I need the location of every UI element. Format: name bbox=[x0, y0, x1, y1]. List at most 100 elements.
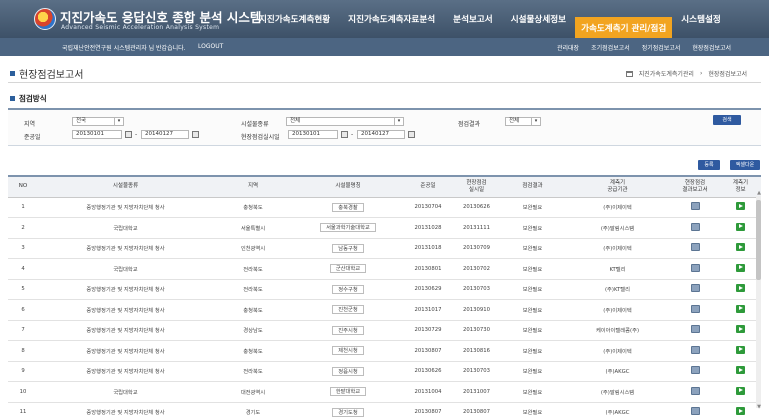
cell-report bbox=[670, 320, 720, 341]
facility-name-button[interactable]: 군산대학교 bbox=[329, 264, 367, 274]
table-row[interactable]: 4 국립대학교 전라북도 군산대학교 20130801 20130702 보완필요 KT텔리 bbox=[8, 258, 761, 280]
result-select[interactable]: 전체 ▾ bbox=[505, 117, 541, 126]
cell-result: 보완필요 bbox=[500, 361, 565, 382]
result-label: 점검결과 bbox=[458, 121, 481, 128]
facility-name-button[interactable]: 진천군청 bbox=[332, 305, 364, 315]
tab-system-settings[interactable]: 시스템설정 bbox=[672, 0, 730, 38]
subnav-early-inspection[interactable]: 조기점검보고서 bbox=[591, 43, 630, 52]
date-from-input[interactable]: 20130101 bbox=[72, 130, 122, 139]
calendar-icon[interactable] bbox=[125, 131, 132, 138]
table-row[interactable]: 7 중앙행정기관 및 지방자치단체 청사 경상남도 진주시청 20130729 20130… bbox=[8, 320, 761, 341]
play-icon[interactable] bbox=[736, 202, 745, 211]
facility-name-button[interactable]: 정읍시청 bbox=[332, 366, 364, 376]
inspect-from-input[interactable]: 20130101 bbox=[288, 130, 338, 139]
report-document-icon[interactable] bbox=[690, 304, 700, 313]
facility-type-select-value: 전체 bbox=[290, 118, 301, 124]
cell-report bbox=[670, 402, 720, 420]
welcome-text: 국립재난안전연구원 시스템관리자 님 반갑습니다. bbox=[62, 45, 186, 52]
play-icon[interactable] bbox=[736, 284, 745, 293]
report-document-icon[interactable] bbox=[690, 407, 700, 416]
report-document-icon[interactable] bbox=[690, 263, 700, 272]
home-icon[interactable] bbox=[625, 70, 633, 77]
scroll-down-icon[interactable]: ▼ bbox=[757, 404, 761, 410]
table-row[interactable]: 11 중앙행정기관 및 지방자치단체 청사 경기도 경기도청 20130807 20130… bbox=[8, 402, 761, 420]
region-select-value: 전국 bbox=[76, 118, 87, 124]
facility-name-button[interactable]: 진주시청 bbox=[332, 325, 364, 335]
date-to-input[interactable]: 20140127 bbox=[141, 130, 189, 139]
report-document-icon[interactable] bbox=[690, 366, 700, 375]
table-row[interactable]: 8 중앙행정기관 및 지방자치단체 청사 충청북도 제천시청 20130807 20130… bbox=[8, 340, 761, 362]
tab-monitoring-status[interactable]: 지진가속도계측현황 bbox=[250, 0, 339, 38]
play-icon[interactable] bbox=[736, 304, 745, 313]
cell-no: 11 bbox=[8, 402, 38, 420]
logout-link[interactable]: LOGOUT bbox=[198, 43, 223, 50]
search-button[interactable]: 검색 bbox=[713, 115, 741, 125]
tab-instrument-management[interactable]: 가속도계측기 관리/점검 bbox=[575, 17, 673, 38]
cell-no: 1 bbox=[8, 197, 38, 218]
report-document-icon[interactable] bbox=[690, 386, 700, 395]
scrollbar-thumb[interactable] bbox=[756, 200, 761, 280]
region-select[interactable]: 전국 ▾ bbox=[72, 117, 124, 126]
breadcrumb-item[interactable]: 지진가속도계측기관리 bbox=[639, 69, 694, 78]
cell-region: 서울특별시 bbox=[213, 217, 293, 239]
table-row[interactable]: 2 국립대학교 서울특별시 서울과학기술대학교 20131028 20131111 보완필요… bbox=[8, 217, 761, 239]
tab-data-analysis[interactable]: 지진가속도계측자료분석 bbox=[339, 0, 444, 38]
excel-download-button[interactable]: 엑셀다운 bbox=[730, 160, 760, 170]
play-icon[interactable] bbox=[736, 407, 745, 416]
chevron-down-icon: ▾ bbox=[114, 118, 123, 125]
facility-name-button[interactable]: 경기도청 bbox=[332, 407, 364, 417]
report-document-icon[interactable] bbox=[690, 345, 700, 354]
play-icon[interactable] bbox=[736, 366, 745, 375]
table-row[interactable]: 3 중앙행정기관 및 지방자치단체 청사 인천광역시 남동구청 20131018 2013… bbox=[8, 238, 761, 259]
play-icon[interactable] bbox=[736, 325, 745, 334]
cell-report bbox=[670, 340, 720, 362]
facility-name-button[interactable]: 정수구청 bbox=[332, 284, 364, 294]
table-row[interactable]: 9 중앙행정기관 및 지방자치단체 청사 전라북도 정읍시청 20130626 20130… bbox=[8, 361, 761, 382]
report-document-icon[interactable] bbox=[690, 222, 700, 231]
page-title-text: 현장점검보고서 bbox=[19, 70, 84, 81]
table-row[interactable]: 6 중앙행정기관 및 지방자치단체 청사 충청북도 진천군청 20131017 20130… bbox=[8, 299, 761, 321]
report-document-icon[interactable] bbox=[690, 202, 700, 211]
breadcrumb-item[interactable]: 현장점검보고서 bbox=[708, 69, 747, 78]
table-row[interactable]: 10 국립대학교 대전광역시 한밭대학교 20131004 20131007 보완필요 (주)… bbox=[8, 381, 761, 403]
play-icon[interactable] bbox=[736, 243, 745, 252]
play-icon[interactable] bbox=[736, 345, 745, 354]
cell-facility-type: 중앙행정기관 및 지방자치단체 청사 bbox=[38, 402, 213, 420]
tab-facility-detail[interactable]: 시설물상세정보 bbox=[502, 0, 575, 38]
calendar-icon[interactable] bbox=[408, 131, 415, 138]
cell-instrument-info bbox=[720, 402, 761, 420]
facility-name-button[interactable]: 충북경찰 bbox=[332, 202, 364, 212]
play-icon[interactable] bbox=[736, 263, 745, 272]
cell-facility-name: 경기도청 bbox=[293, 402, 403, 420]
play-icon[interactable] bbox=[736, 222, 745, 231]
add-button[interactable]: 등록 bbox=[698, 160, 720, 170]
chevron-down-icon: ▾ bbox=[394, 118, 403, 125]
section-title: 점검방식 bbox=[10, 93, 47, 104]
calendar-icon[interactable] bbox=[341, 131, 348, 138]
breadcrumb-separator-icon: › bbox=[699, 70, 703, 77]
facility-name-button[interactable]: 서울과학기술대학교 bbox=[320, 223, 376, 233]
table-body: 1 중앙행정기관 및 지방자치단체 청사 충청북도 충북경찰 20130704 20130… bbox=[8, 197, 761, 420]
facility-name-button[interactable]: 제천시청 bbox=[332, 346, 364, 356]
facility-name-button[interactable]: 남동구청 bbox=[332, 243, 364, 253]
tab-analysis-report[interactable]: 분석보고서 bbox=[444, 0, 502, 38]
inspect-to-input[interactable]: 20140127 bbox=[357, 130, 405, 139]
facility-name-button[interactable]: 한밭대학교 bbox=[329, 387, 367, 397]
table-row[interactable]: 1 중앙행정기관 및 지방자치단체 청사 충청북도 충북경찰 20130704 20130… bbox=[8, 197, 761, 218]
subnav-field-inspection[interactable]: 현장점검보고서 bbox=[692, 43, 731, 52]
cell-report bbox=[670, 279, 720, 300]
report-document-icon[interactable] bbox=[690, 325, 700, 334]
subnav-ledger[interactable]: 관리대장 bbox=[557, 43, 579, 52]
cell-result: 보완필요 bbox=[500, 279, 565, 300]
calendar-icon[interactable] bbox=[192, 131, 199, 138]
cell-instrument-info bbox=[720, 361, 761, 382]
subnav-regular-inspection[interactable]: 정기점검보고서 bbox=[642, 43, 681, 52]
report-document-icon[interactable] bbox=[690, 243, 700, 252]
facility-type-select[interactable]: 전체 ▾ bbox=[286, 117, 404, 126]
report-document-icon[interactable] bbox=[690, 284, 700, 293]
breadcrumb: 지진가속도계측기관리 › 현장점검보고서 bbox=[625, 69, 747, 78]
cell-no: 3 bbox=[8, 238, 38, 259]
table-row[interactable]: 5 중앙행정기관 및 지방자치단체 청사 전라북도 정수구청 20130629 20130… bbox=[8, 279, 761, 300]
cell-region: 대전광역시 bbox=[213, 381, 293, 403]
play-icon[interactable] bbox=[736, 386, 745, 395]
